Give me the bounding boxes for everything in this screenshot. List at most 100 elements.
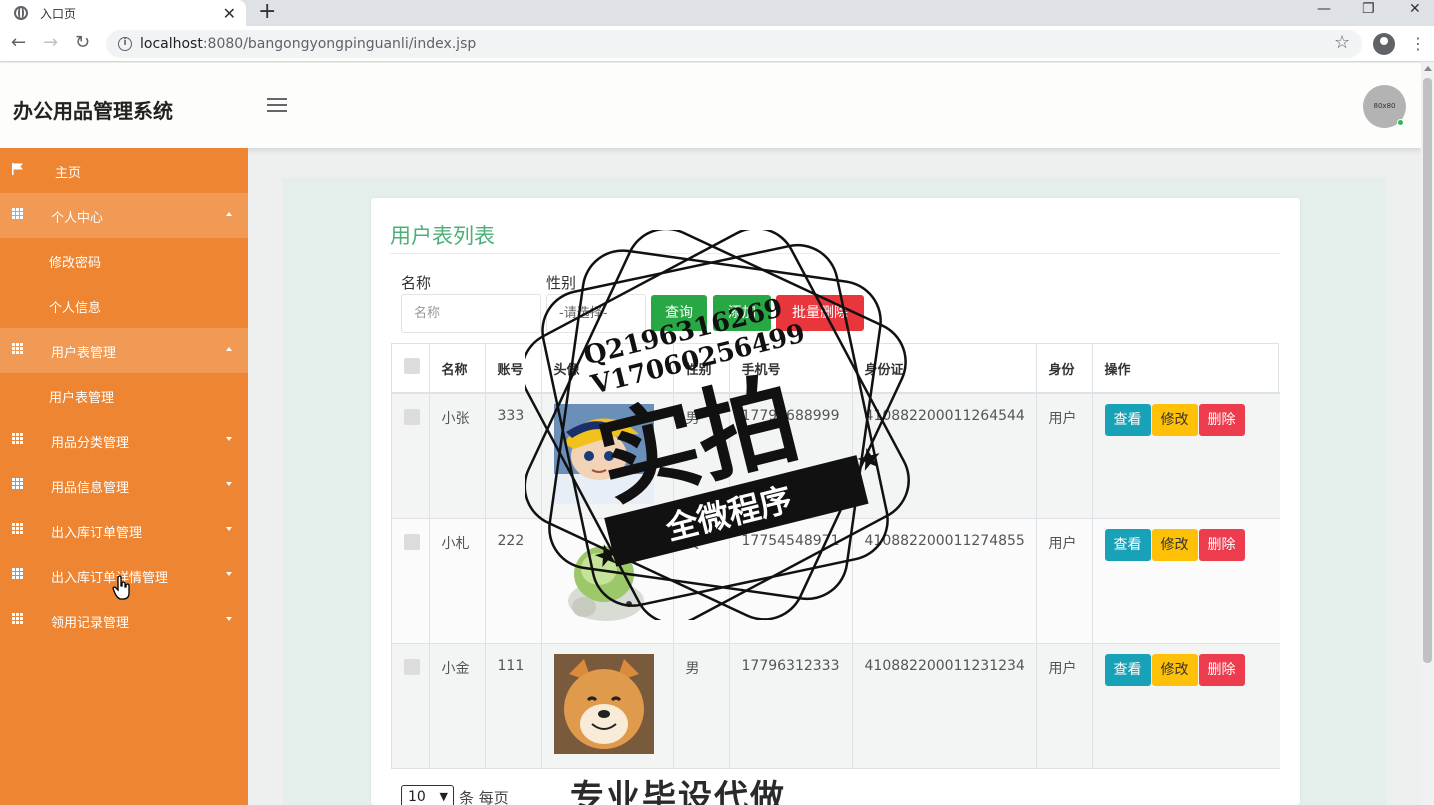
add-button[interactable]: 添加 bbox=[713, 295, 771, 331]
url-path: :8080/bangongyongpinguanli/index.jsp bbox=[202, 36, 477, 52]
select-all-checkbox[interactable] bbox=[404, 358, 420, 374]
sidebar-item-usage-record-management[interactable]: 领用记录管理 bbox=[0, 598, 248, 643]
cell-actions: 查看 修改 删除 bbox=[1092, 643, 1280, 769]
batch-delete-button[interactable]: 批量删除 bbox=[776, 295, 864, 331]
cell-name: 小札 bbox=[429, 518, 486, 644]
row-checkbox[interactable] bbox=[404, 533, 420, 550]
page-size-value: 10 bbox=[408, 789, 426, 805]
sidebar-item-label: 用户表管理 bbox=[51, 346, 117, 361]
info-icon[interactable]: i bbox=[118, 37, 132, 51]
select-all-header[interactable] bbox=[392, 344, 430, 394]
scrollbar-thumb[interactable] bbox=[1423, 78, 1432, 663]
cell-phone: 17796312333 bbox=[729, 643, 853, 769]
cell-account: 333 bbox=[485, 393, 542, 519]
page-size-label: 条 每页 bbox=[459, 789, 509, 805]
browser-toolbar: ← → ↻ i localhost:8080/bangongyongpingua… bbox=[0, 26, 1434, 62]
online-status-dot bbox=[1397, 119, 1404, 126]
filter-name-input[interactable] bbox=[401, 294, 541, 333]
column-header: 操作 bbox=[1092, 344, 1280, 394]
tab-title: 入口页 bbox=[40, 6, 77, 21]
cell-id-card: 410882200011264544 bbox=[852, 393, 1037, 519]
cell-gender: 男 bbox=[673, 393, 730, 519]
flag-icon bbox=[12, 163, 23, 175]
delete-button[interactable]: 删除 bbox=[1198, 528, 1245, 561]
sidebar-item-category-management[interactable]: 用品分类管理 bbox=[0, 418, 248, 463]
sidebar-subitem-personal-info[interactable]: 个人信息 bbox=[0, 283, 248, 328]
cell-gender: 女 bbox=[673, 518, 730, 644]
filter-gender-label: 性别 bbox=[546, 274, 577, 292]
profile-icon[interactable] bbox=[1373, 33, 1395, 55]
delete-button[interactable]: 删除 bbox=[1198, 653, 1245, 686]
table-row: 小张 333 男 17796688999 410882200011264544 … bbox=[392, 393, 1280, 519]
close-window-button[interactable]: ✕ bbox=[1409, 2, 1421, 22]
view-button[interactable]: 查看 bbox=[1104, 528, 1151, 561]
row-checkbox[interactable] bbox=[404, 409, 420, 425]
table-row: 小札 222 女 17754548971 410882200011274855 … bbox=[392, 518, 1280, 644]
row-checkbox[interactable] bbox=[404, 658, 420, 675]
sidebar-item-user-table-management[interactable]: 用户表管理 bbox=[0, 328, 248, 373]
chevron-down-icon: ▼ bbox=[439, 790, 448, 803]
sidebar-item-label: 领用记录管理 bbox=[51, 616, 130, 631]
avatar-image-cartoon-boy bbox=[553, 404, 654, 504]
grid-icon bbox=[12, 208, 25, 219]
sidebar-item-home[interactable]: 主页 bbox=[0, 148, 248, 193]
cell-id-card: 410882200011274855 bbox=[852, 518, 1037, 644]
column-header: 手机号 bbox=[729, 344, 853, 394]
hamburger-menu-icon[interactable] bbox=[267, 98, 287, 114]
scroll-up-arrow-icon[interactable] bbox=[1424, 66, 1432, 71]
page-size-select[interactable]: 10 ▼ bbox=[401, 785, 454, 805]
row-checkbox-cell bbox=[392, 393, 430, 519]
chevron-down-icon bbox=[226, 527, 232, 531]
browser-tab[interactable]: 入口页 ✕ bbox=[0, 0, 246, 26]
edit-button[interactable]: 修改 bbox=[1151, 528, 1198, 561]
cell-phone: 17796688999 bbox=[729, 393, 853, 519]
title-divider bbox=[390, 253, 1280, 254]
menu-kebab-icon[interactable]: ⋮ bbox=[1410, 34, 1426, 54]
bookmark-star-icon[interactable]: ☆ bbox=[1334, 34, 1350, 52]
sidebar-item-label: 用品信息管理 bbox=[51, 481, 130, 496]
sidebar-item-item-info-management[interactable]: 用品信息管理 bbox=[0, 463, 248, 508]
cell-avatar bbox=[541, 393, 674, 519]
new-tab-button[interactable]: + bbox=[258, 0, 276, 26]
address-bar[interactable]: i localhost:8080/bangongyongpinguanli/in… bbox=[106, 30, 1362, 58]
row-checkbox-cell bbox=[392, 518, 430, 644]
cell-name: 小张 bbox=[429, 393, 486, 519]
delete-button[interactable]: 删除 bbox=[1198, 404, 1245, 436]
filter-name-label: 名称 bbox=[401, 274, 432, 292]
sidebar-subitem-label: 个人信息 bbox=[49, 301, 102, 316]
minimize-window-button[interactable]: — bbox=[1317, 2, 1331, 22]
page-title: 用户表列表 bbox=[390, 224, 495, 248]
forward-arrow-icon[interactable]: → bbox=[43, 33, 58, 53]
view-button[interactable]: 查看 bbox=[1104, 653, 1151, 686]
user-avatar[interactable]: 80x80 bbox=[1363, 85, 1406, 128]
chevron-down-icon bbox=[226, 437, 232, 441]
sidebar-item-personal-center[interactable]: 个人中心 bbox=[0, 193, 248, 238]
chevron-down-icon bbox=[226, 617, 232, 621]
filter-gender-value: -请选择- bbox=[559, 306, 608, 321]
sidebar-item-inout-order-management[interactable]: 出入库订单管理 bbox=[0, 508, 248, 553]
view-button[interactable]: 查看 bbox=[1104, 404, 1151, 436]
avatar-image-shiba-dog bbox=[553, 653, 654, 754]
cell-id-card: 410882200011231234 bbox=[852, 643, 1037, 769]
sidebar-subitem-label: 修改密码 bbox=[49, 256, 102, 271]
cell-actions: 查看 修改 删除 bbox=[1092, 393, 1280, 519]
sidebar-subitem-user-table[interactable]: 用户表管理 bbox=[0, 373, 248, 418]
cell-name: 小金 bbox=[429, 643, 486, 769]
filter-gender-select[interactable]: -请选择- bbox=[546, 294, 646, 333]
cell-account: 222 bbox=[485, 518, 542, 644]
edit-button[interactable]: 修改 bbox=[1151, 404, 1198, 436]
grid-icon bbox=[12, 523, 25, 534]
sidebar-item-label: 出入库订单详情管理 bbox=[51, 571, 169, 586]
back-arrow-icon[interactable]: ← bbox=[11, 33, 26, 53]
restore-window-button[interactable]: ❐ bbox=[1362, 2, 1375, 22]
close-tab-icon[interactable]: ✕ bbox=[223, 4, 236, 23]
grid-icon bbox=[12, 343, 25, 354]
cell-avatar bbox=[541, 518, 674, 644]
page-scrollbar[interactable] bbox=[1421, 63, 1434, 805]
edit-button[interactable]: 修改 bbox=[1151, 653, 1198, 686]
reload-icon[interactable]: ↻ bbox=[75, 33, 90, 53]
cell-role: 用户 bbox=[1036, 643, 1093, 769]
query-button[interactable]: 查询 bbox=[651, 295, 707, 331]
cell-role: 用户 bbox=[1036, 393, 1093, 519]
sidebar-subitem-change-password[interactable]: 修改密码 bbox=[0, 238, 248, 283]
